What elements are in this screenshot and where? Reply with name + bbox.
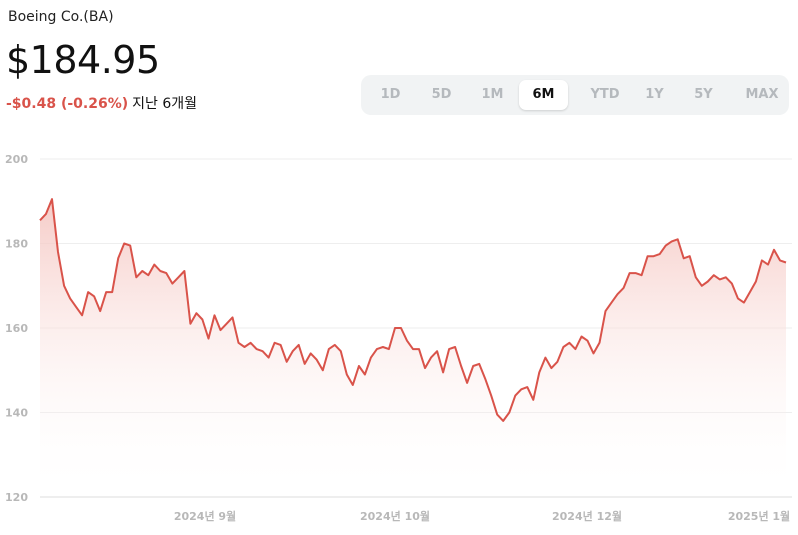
y-tick-label: 200 [5,153,28,166]
price-chart: 2024년 9월 2024년 10월 2024년 12월 2025년 1월 120 14… [5,153,792,523]
x-axis-labels: 2024년 9월 2024년 10월 2024년 12월 2025년 1월 [174,509,790,523]
x-tick-label: 2024년 10월 [360,509,430,523]
y-tick-label: 180 [5,238,28,251]
y-tick-label: 120 [5,491,28,504]
y-tick-label: 140 [5,407,28,420]
x-tick-label: 2024년 12월 [552,509,622,523]
x-tick-label: 2024년 9월 [174,509,236,523]
y-axis-labels: 120 140 160 180 200 [5,153,28,504]
y-tick-label: 160 [5,322,28,335]
x-tick-label: 2025년 1월 [728,509,790,523]
